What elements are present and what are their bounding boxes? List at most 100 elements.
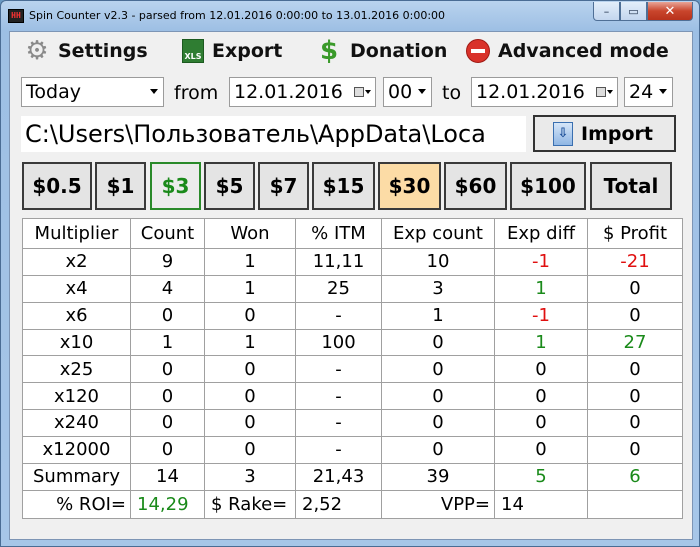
maximize-button[interactable]: ▭ [620,2,647,21]
table-cell: 0 [494,355,588,384]
table-cell: Summary [22,462,131,491]
empty-cell [587,489,683,520]
stake-button-7[interactable]: $7 [258,162,309,210]
period-select[interactable]: Today [21,77,164,107]
path-input[interactable]: C:\Users\Пользователь\AppData\Loca [21,116,526,152]
menu-bar: ⚙ Settings XLS Export $ Donation Advance… [10,32,692,70]
table-cell: 0 [130,435,205,464]
window-title: Spin Counter v2.3 - parsed from 12.01.20… [29,9,446,22]
table-cell: 0 [494,435,588,464]
table-row: x120 0 0 - 0 0 0 [22,382,683,411]
table-cell: x4 [22,274,131,303]
column-header: % ITM [295,218,382,249]
import-label: Import [581,122,653,145]
table-cell: 0 [130,382,205,411]
table-cell: 25 [295,274,382,303]
table-cell: 1 [494,328,588,357]
column-header: Count [130,218,205,249]
table-row: x6 0 0 - 1 -1 0 [22,301,683,330]
path-value: C:\Users\Пользователь\AppData\Loca [25,120,486,148]
stake-button-15[interactable]: $15 [312,162,375,210]
excel-icon: XLS [182,39,204,63]
calendar-dropdown-button[interactable] [354,84,372,100]
stake-button-5[interactable]: $5 [204,162,255,210]
rake-label: $ Rake= [204,489,296,520]
stats-table: Multiplier Count Won % ITM Exp count Exp… [22,218,683,520]
table-cell: 14 [130,462,205,491]
table-cell: 1 [204,328,296,357]
stake-button-30[interactable]: $30 [378,162,441,210]
table-cell: 100 [295,328,382,357]
table-cell: x6 [22,301,131,330]
table-cell: x25 [22,355,131,384]
period-value: Today [26,81,81,103]
table-cell: 0 [381,409,495,437]
table-cell: 0 [204,435,296,464]
stake-button-60[interactable]: $60 [444,162,507,210]
table-cell: 5 [494,462,588,491]
table-cell: 0 [587,382,683,411]
table-row: x2 9 1 11,11 10 -1 -21 [22,248,683,276]
table-cell: 0 [494,409,588,437]
table-cell: -21 [587,248,683,276]
advanced-mode-menu[interactable]: Advanced mode [466,36,669,66]
stake-button-3[interactable]: $3 [150,162,201,210]
table-cell: 27 [587,328,683,357]
chevron-down-icon [365,90,371,94]
to-label: to [442,82,462,104]
column-header: Exp diff [494,218,588,249]
stake-button-100[interactable]: $100 [510,162,586,210]
table-cell: x120 [22,382,131,411]
table-cell: -1 [494,301,588,330]
app-window: HH Spin Counter v2.3 - parsed from 12.01… [0,0,700,547]
table-row: x25 0 0 - 0 0 0 [22,355,683,384]
table-cell: 0 [381,435,495,464]
column-header: $ Profit [587,218,683,249]
table-cell: - [295,435,382,464]
table-cell: x10 [22,328,131,357]
table-cell: 39 [381,462,495,491]
from-hour-select[interactable]: 00 [383,77,432,107]
chevron-down-icon [150,89,158,94]
to-hour-select[interactable]: 24 [624,77,673,107]
roi-label: % ROI= [22,489,131,520]
table-cell: -1 [494,248,588,276]
table-cell: 21,43 [295,462,382,491]
calendar-dropdown-button[interactable] [596,84,614,100]
dollar-icon: $ [319,36,339,66]
title-bar[interactable]: HH Spin Counter v2.3 - parsed from 12.01… [1,1,699,31]
roi-value: 14,29 [130,489,205,520]
app-icon: HH [8,9,24,23]
stake-button-0-5[interactable]: $0.5 [22,162,92,210]
table-cell: - [295,355,382,384]
close-button[interactable]: ✕ [647,2,693,21]
from-date-picker[interactable]: 12.01.2016 [229,77,376,107]
chevron-down-icon [659,89,667,94]
chevron-down-icon [418,89,426,94]
from-hour-value: 00 [388,81,413,103]
minimize-button[interactable]: – [593,2,620,21]
table-cell: 11,11 [295,248,382,276]
totals-footer-row: % ROI= 14,29 $ Rake= 2,52 VPP= 14 [22,489,683,520]
donation-menu[interactable]: $ Donation [316,36,447,66]
table-cell: 0 [587,355,683,384]
settings-menu[interactable]: ⚙ Settings [24,36,147,66]
stake-button-1[interactable]: $1 [95,162,146,210]
calendar-icon [596,87,606,97]
export-label: Export [212,40,283,62]
table-cell: 0 [204,301,296,330]
stake-button-total[interactable]: Total [590,162,672,210]
table-cell: 0 [381,382,495,411]
table-cell: 1 [204,248,296,276]
table-cell: - [295,382,382,411]
table-cell: 0 [587,409,683,437]
caption-buttons: – ▭ ✕ [593,2,693,21]
table-cell: 1 [494,274,588,303]
summary-row: Summary 14 3 21,43 39 5 6 [22,462,683,491]
import-button[interactable]: ⇩ Import [533,115,676,152]
export-menu[interactable]: XLS Export [182,36,282,66]
table-cell: 0 [587,435,683,464]
table-cell: x12000 [22,435,131,464]
stop-icon [466,39,490,63]
to-date-picker[interactable]: 12.01.2016 [471,77,618,107]
